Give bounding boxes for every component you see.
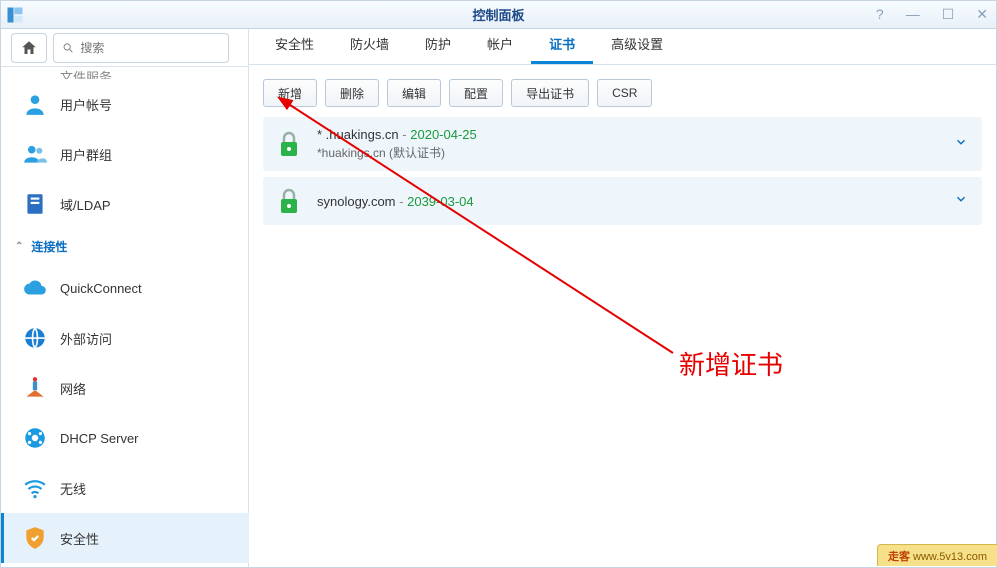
tab-account[interactable]: 帐户 <box>469 29 531 64</box>
sidebar-item-group[interactable]: 用户群组 <box>1 129 249 179</box>
sidebar-item-ldap[interactable]: 域/LDAP <box>1 179 249 229</box>
sidebar-item-label: 域/LDAP <box>60 195 111 214</box>
group-icon <box>22 141 48 167</box>
delete-button[interactable]: 删除 <box>325 79 379 107</box>
tab-certificate[interactable]: 证书 <box>531 29 593 64</box>
config-button[interactable]: 配置 <box>449 79 503 107</box>
sidebar-item-label: 安全性 <box>60 529 99 548</box>
export-button[interactable]: 导出证书 <box>511 79 589 107</box>
certificate-row[interactable]: * .huakings.cn - 2020-04-25 *huakings.cn… <box>263 117 982 171</box>
tab-protection[interactable]: 防护 <box>407 29 469 64</box>
lock-icon <box>277 130 301 158</box>
sidebar-section-connectivity[interactable]: ⌃ 连接性 <box>1 229 249 263</box>
dhcp-icon <box>22 425 48 451</box>
close-button[interactable]: ✕ <box>972 6 992 23</box>
watermark: 走客 www.5v13.com <box>877 544 997 566</box>
annotation-text: 新增证书 <box>679 345 783 382</box>
certificate-list: * .huakings.cn - 2020-04-25 *huakings.cn… <box>249 117 996 231</box>
sidebar-item-dhcp[interactable]: DHCP Server <box>1 413 249 463</box>
globe-icon <box>22 325 48 351</box>
sidebar-item-label: 用户群组 <box>60 145 112 164</box>
sidebar-item-quickconnect[interactable]: QuickConnect <box>1 263 249 313</box>
sidebar-item-network[interactable]: 网络 <box>1 363 249 413</box>
sidebar-item-security[interactable]: 安全性 <box>1 513 249 563</box>
wifi-icon <box>22 475 48 501</box>
add-button[interactable]: 新增 <box>263 79 317 107</box>
tabs: 安全性 防火墙 防护 帐户 证书 高级设置 <box>249 29 996 65</box>
sidebar-item-label: 外部访问 <box>60 329 112 348</box>
sidebar-item-label: 无线 <box>60 479 86 498</box>
minimize-button[interactable]: — <box>902 6 924 23</box>
help-button[interactable]: ? <box>872 6 888 23</box>
csr-button[interactable]: CSR <box>597 79 652 107</box>
sidebar-item-label: DHCP Server <box>60 431 139 446</box>
tab-firewall[interactable]: 防火墙 <box>332 29 407 64</box>
app-icon <box>1 1 29 29</box>
tab-advanced[interactable]: 高级设置 <box>593 29 681 64</box>
user-icon <box>22 91 48 117</box>
chevron-down-icon[interactable] <box>954 192 968 211</box>
home-button[interactable] <box>11 33 47 63</box>
sidebar-item-fileservices[interactable]: 文件服务 <box>1 67 249 79</box>
sidebar: 文件服务 用户帐号 用户群组 域/LDAP ⌃ 连接性 <box>1 67 249 567</box>
cloud-icon <box>22 275 48 301</box>
titlebar: 控制面板 ? — ☐ ✕ <box>1 1 996 29</box>
sidebar-item-external[interactable]: 外部访问 <box>1 313 249 363</box>
sidebar-item-label: 网络 <box>60 379 86 398</box>
edit-button[interactable]: 编辑 <box>387 79 441 107</box>
network-icon <box>22 375 48 401</box>
main-panel: 安全性 防火墙 防护 帐户 证书 高级设置 新增 删除 编辑 配置 导出证书 C… <box>249 29 996 567</box>
certificate-row[interactable]: synology.com - 2039-03-04 <box>263 177 982 225</box>
chevron-down-icon: ⌃ <box>15 241 23 252</box>
sidebar-item-user[interactable]: 用户帐号 <box>1 79 249 129</box>
lock-icon <box>277 187 301 215</box>
window-title: 控制面板 <box>472 5 524 24</box>
search-box[interactable] <box>53 33 229 63</box>
shield-icon <box>22 525 48 551</box>
search-icon <box>62 41 74 55</box>
sidebar-item-label: QuickConnect <box>60 281 142 296</box>
ldap-icon <box>22 191 48 217</box>
action-bar: 新增 删除 编辑 配置 导出证书 CSR <box>249 65 996 117</box>
chevron-down-icon[interactable] <box>954 135 968 154</box>
search-input[interactable] <box>80 41 220 55</box>
tab-security[interactable]: 安全性 <box>257 29 332 64</box>
sidebar-item-label: 用户帐号 <box>60 95 112 114</box>
sidebar-item-wireless[interactable]: 无线 <box>1 463 249 513</box>
maximize-button[interactable]: ☐ <box>938 6 959 23</box>
